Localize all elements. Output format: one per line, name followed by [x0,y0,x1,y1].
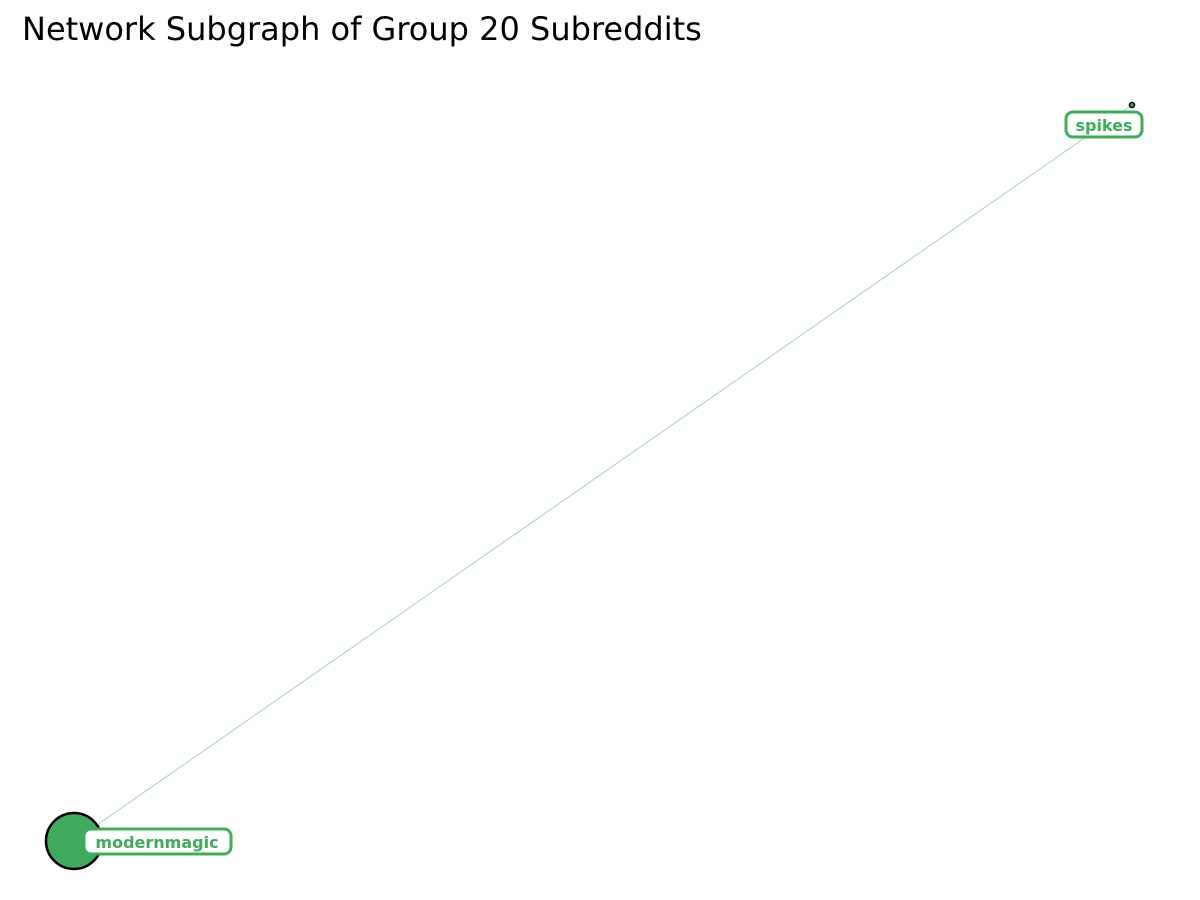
network-graph: modernmagic spikes [44,101,1144,871]
label-modernmagic: modernmagic [82,827,233,856]
label-spikes: spikes [1064,110,1144,139]
edge-modernmagic-spikes [73,104,1133,842]
label-text-modernmagic: modernmagic [95,833,218,852]
label-text-spikes: spikes [1075,116,1132,135]
node-spikes [1128,101,1136,109]
